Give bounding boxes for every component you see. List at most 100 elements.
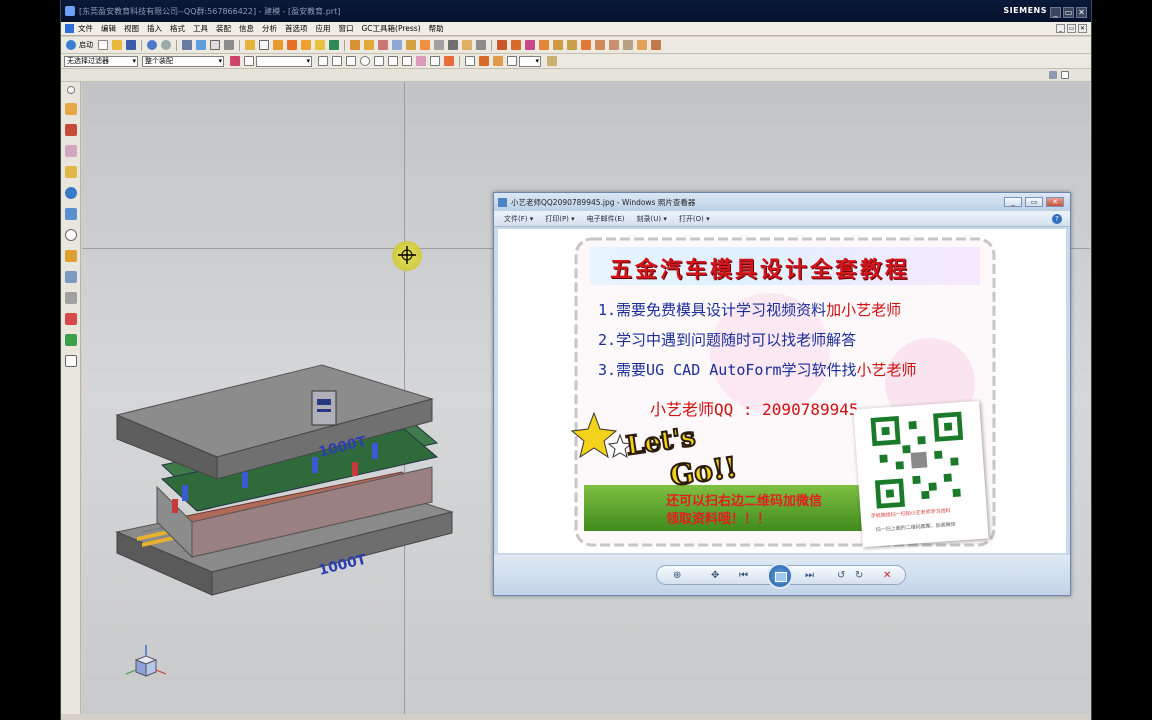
- snap-existing-point-icon[interactable]: [402, 56, 412, 66]
- intersect-icon[interactable]: [392, 40, 402, 50]
- slideshow-button[interactable]: [767, 563, 793, 589]
- clock-icon[interactable]: [64, 229, 77, 241]
- menu-insert[interactable]: 插入: [147, 23, 162, 34]
- mold-tool-12-icon[interactable]: [651, 40, 661, 50]
- reuse-library-icon[interactable]: [64, 166, 77, 178]
- selection-filter-icon[interactable]: [230, 56, 240, 66]
- history-icon[interactable]: [64, 208, 77, 220]
- maximize-button[interactable]: ▭: [1063, 7, 1074, 18]
- menu-edit[interactable]: 编辑: [101, 23, 116, 34]
- menu-application[interactable]: 应用: [316, 23, 331, 34]
- revolve-icon[interactable]: [301, 40, 311, 50]
- mold-tool-3-icon[interactable]: [525, 40, 535, 50]
- help-icon[interactable]: ?: [1052, 214, 1062, 224]
- mold-tool-10-icon[interactable]: [623, 40, 633, 50]
- mdi-close-button[interactable]: ✕: [1078, 24, 1087, 33]
- block-icon[interactable]: [315, 40, 325, 50]
- undo-icon[interactable]: [147, 40, 157, 50]
- feature-icon[interactable]: [329, 40, 339, 50]
- selection-scope-combo[interactable]: 整个装配: [142, 55, 224, 67]
- viewer-menu-print[interactable]: 打印(P) ▾: [545, 214, 574, 224]
- constraint-navigator-icon[interactable]: [64, 124, 77, 136]
- measure-icon[interactable]: [479, 56, 489, 66]
- viewer-menu-email[interactable]: 电子邮件(E): [587, 214, 625, 224]
- mold-tool-5-icon[interactable]: [553, 40, 563, 50]
- start-label[interactable]: 启动: [79, 40, 93, 50]
- edge-blend-icon[interactable]: [406, 40, 416, 50]
- unite-icon[interactable]: [364, 40, 374, 50]
- previous-icon[interactable]: ⏮: [739, 570, 748, 582]
- palette-icon[interactable]: [64, 313, 77, 325]
- subtract-icon[interactable]: [378, 40, 388, 50]
- web-browser-icon[interactable]: [64, 187, 77, 199]
- close-button[interactable]: ✕: [1076, 7, 1087, 18]
- roles-icon[interactable]: [64, 292, 77, 304]
- mold-tool-8-icon[interactable]: [595, 40, 605, 50]
- work-layer-combo[interactable]: [519, 55, 541, 67]
- mold-tool-9-icon[interactable]: [609, 40, 619, 50]
- snap-point-on-surface-icon[interactable]: [430, 56, 440, 66]
- system-scenes-icon[interactable]: [64, 334, 77, 346]
- assembly-navigator-icon[interactable]: [64, 103, 77, 115]
- photo-viewer-title-bar[interactable]: 小艺老师QQ2090789945.jpg - Windows 照片查看器 _ ▭…: [494, 193, 1070, 211]
- chamfer-icon[interactable]: [420, 40, 430, 50]
- snap-view-icon[interactable]: [224, 40, 234, 50]
- mold-tool-2-icon[interactable]: [511, 40, 521, 50]
- line-icon[interactable]: [448, 40, 458, 50]
- start-icon[interactable]: [66, 40, 76, 50]
- datum-plane-icon[interactable]: [273, 40, 283, 50]
- document-tab-icon[interactable]: [64, 355, 77, 367]
- menu-analysis[interactable]: 分析: [262, 23, 277, 34]
- menu-file[interactable]: 文件: [78, 23, 93, 34]
- sketch-icon[interactable]: [259, 40, 269, 50]
- display-mode-icon[interactable]: [210, 40, 220, 50]
- mdi-restore-button[interactable]: ▭: [1067, 24, 1076, 33]
- arc-icon[interactable]: [462, 40, 472, 50]
- viewer-menu-open[interactable]: 打开(O) ▾: [679, 214, 710, 224]
- snap-toggle-icon[interactable]: [444, 56, 454, 66]
- menu-format[interactable]: 格式: [170, 23, 185, 34]
- snap-endpoint-icon[interactable]: [318, 56, 328, 66]
- menu-view[interactable]: 视图: [124, 23, 139, 34]
- viewer-close-button[interactable]: ✕: [1046, 197, 1064, 207]
- mold-tool-4-icon[interactable]: [539, 40, 549, 50]
- menu-help[interactable]: 帮助: [429, 23, 444, 34]
- copy-icon[interactable]: [196, 40, 206, 50]
- new-icon[interactable]: [98, 40, 108, 50]
- work-layer-icon[interactable]: [507, 56, 517, 66]
- viewer-maximize-button[interactable]: ▭: [1025, 197, 1043, 207]
- curve-rule-combo[interactable]: [256, 55, 312, 67]
- part-navigator-icon[interactable]: [64, 145, 77, 157]
- coordinate-icon[interactable]: [547, 56, 557, 66]
- tile-icon[interactable]: [1049, 71, 1057, 79]
- mold-tool-11-icon[interactable]: [637, 40, 647, 50]
- layer-icon[interactable]: [493, 56, 503, 66]
- trim-body-icon[interactable]: [350, 40, 360, 50]
- process-studio-icon[interactable]: [64, 250, 77, 262]
- menu-information[interactable]: 信息: [239, 23, 254, 34]
- snap-intersection-icon[interactable]: [388, 56, 398, 66]
- mold-tool-1-icon[interactable]: [497, 40, 507, 50]
- photo-canvas[interactable]: 五金汽车模具设计全套教程 1.需要免费模具设计学习视频资料加小艺老师 2.学习中…: [498, 229, 1066, 553]
- rotate-left-icon[interactable]: ↺: [837, 570, 845, 582]
- photo-viewer-window[interactable]: 小艺老师QQ2090789945.jpg - Windows 照片查看器 _ ▭…: [493, 192, 1071, 596]
- zoom-icon[interactable]: ⊕: [673, 570, 681, 582]
- cut-icon[interactable]: [182, 40, 192, 50]
- snap-control-point-icon[interactable]: [346, 56, 356, 66]
- menu-preferences[interactable]: 首选项: [285, 23, 308, 34]
- type-filter-combo[interactable]: 无选择过滤器: [64, 55, 138, 67]
- menu-assembly[interactable]: 装配: [216, 23, 231, 34]
- mdi-minimize-button[interactable]: _: [1056, 24, 1065, 33]
- viewer-menu-burn[interactable]: 刻录(U) ▾: [637, 214, 667, 224]
- mold-tool-6-icon[interactable]: [567, 40, 577, 50]
- point-icon[interactable]: [434, 40, 444, 50]
- mold-tool-7-icon[interactable]: [581, 40, 591, 50]
- show-hide-icon[interactable]: [465, 56, 475, 66]
- snap-arc-center-icon[interactable]: [360, 56, 370, 66]
- snap-quadrant-icon[interactable]: [374, 56, 384, 66]
- delete-icon[interactable]: ✕: [883, 570, 891, 582]
- minimize-button[interactable]: _: [1050, 7, 1061, 18]
- cascade-icon[interactable]: [1061, 71, 1069, 79]
- gear-icon[interactable]: [66, 86, 75, 94]
- viewer-menu-file[interactable]: 文件(F) ▾: [504, 214, 533, 224]
